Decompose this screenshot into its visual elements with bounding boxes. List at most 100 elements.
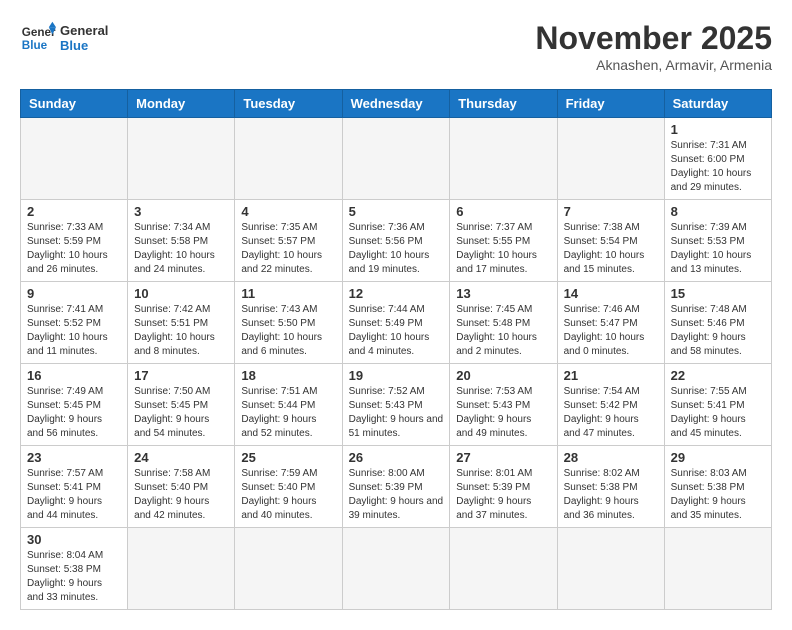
calendar-cell: 10Sunrise: 7:42 AM Sunset: 5:51 PM Dayli… — [128, 282, 235, 364]
day-info: Sunrise: 7:52 AM Sunset: 5:43 PM Dayligh… — [349, 385, 444, 441]
day-number: 18 — [241, 368, 335, 383]
calendar-table: SundayMondayTuesdayWednesdayThursdayFrid… — [20, 89, 772, 610]
day-info: Sunrise: 7:46 AM Sunset: 5:47 PM Dayligh… — [564, 303, 658, 359]
day-number: 3 — [134, 204, 228, 219]
day-number: 4 — [241, 204, 335, 219]
calendar-cell: 14 Sunrise: 7:46 AM Sunset: 5:47 PM Dayli… — [557, 282, 664, 364]
calendar-cell — [557, 118, 664, 200]
weekday-header-sunday: Sunday — [21, 90, 128, 118]
location-title: Aknashen, Armavir, Armenia — [535, 57, 772, 73]
day-number: 22 — [671, 368, 765, 383]
calendar-cell — [664, 528, 771, 610]
day-info: Sunrise: 7:41 AM Sunset: 5:52 PM Dayligh… — [27, 303, 121, 359]
day-number: 24 — [134, 450, 228, 465]
day-number: 10 — [134, 286, 228, 301]
calendar-cell: 26 Sunrise: 8:00 AM Sunset: 5:39 PM Dayli… — [342, 446, 450, 528]
weekday-header-tuesday: Tuesday — [235, 90, 342, 118]
day-info: Sunrise: 7:36 AM Sunset: 5:56 PM Dayligh… — [349, 221, 444, 277]
day-number: 16 — [27, 368, 121, 383]
calendar-cell: 25 Sunrise: 7:59 AM Sunset: 5:40 PM Dayli… — [235, 446, 342, 528]
day-number: 6 — [456, 204, 550, 219]
day-number: 7 — [564, 204, 658, 219]
day-info: Sunrise: 7:59 AM Sunset: 5:40 PM Dayligh… — [241, 467, 335, 523]
day-number: 17 — [134, 368, 228, 383]
weekday-header-friday: Friday — [557, 90, 664, 118]
day-info: Sunrise: 8:01 AM Sunset: 5:39 PM Dayligh… — [456, 467, 550, 523]
day-number: 15 — [671, 286, 765, 301]
calendar-cell — [342, 528, 450, 610]
calendar-cell: 19 Sunrise: 7:52 AM Sunset: 5:43 PM Dayli… — [342, 364, 450, 446]
day-info: Sunrise: 7:58 AM Sunset: 5:40 PM Dayligh… — [134, 467, 228, 523]
day-info: Sunrise: 8:00 AM Sunset: 5:39 PM Dayligh… — [349, 467, 444, 523]
calendar-cell: 15 Sunrise: 7:48 AM Sunset: 5:46 PM Dayli… — [664, 282, 771, 364]
day-info: Sunrise: 8:04 AM Sunset: 5:38 PM Dayligh… — [27, 549, 121, 605]
calendar-cell: 22 Sunrise: 7:55 AM Sunset: 5:41 PM Dayli… — [664, 364, 771, 446]
calendar-cell: 24 Sunrise: 7:58 AM Sunset: 5:40 PM Dayli… — [128, 446, 235, 528]
calendar-cell: 7Sunrise: 7:38 AM Sunset: 5:54 PM Daylig… — [557, 200, 664, 282]
day-info: Sunrise: 7:48 AM Sunset: 5:46 PM Dayligh… — [671, 303, 765, 359]
day-number: 20 — [456, 368, 550, 383]
logo-blue: Blue — [60, 38, 108, 53]
weekday-header-saturday: Saturday — [664, 90, 771, 118]
day-number: 25 — [241, 450, 335, 465]
calendar-cell: 20 Sunrise: 7:53 AM Sunset: 5:43 PM Dayli… — [450, 364, 557, 446]
calendar-cell: 28 Sunrise: 8:02 AM Sunset: 5:38 PM Dayli… — [557, 446, 664, 528]
day-info: Sunrise: 7:55 AM Sunset: 5:41 PM Dayligh… — [671, 385, 765, 441]
day-number: 23 — [27, 450, 121, 465]
day-number: 14 — [564, 286, 658, 301]
calendar-cell: 17 Sunrise: 7:50 AM Sunset: 5:45 PM Dayli… — [128, 364, 235, 446]
logo-icon: General Blue — [20, 20, 56, 56]
calendar-cell — [450, 528, 557, 610]
day-number: 19 — [349, 368, 444, 383]
calendar-header-row: SundayMondayTuesdayWednesdayThursdayFrid… — [21, 90, 772, 118]
calendar-cell: 23 Sunrise: 7:57 AM Sunset: 5:41 PM Dayli… — [21, 446, 128, 528]
title-area: November 2025 Aknashen, Armavir, Armenia — [535, 20, 772, 73]
calendar-cell — [450, 118, 557, 200]
day-info: Sunrise: 7:34 AM Sunset: 5:58 PM Dayligh… — [134, 221, 228, 277]
day-number: 21 — [564, 368, 658, 383]
day-number: 11 — [241, 286, 335, 301]
calendar-cell — [21, 118, 128, 200]
calendar-cell: 1 Sunrise: 7:31 AM Sunset: 6:00 PM Daylig… — [664, 118, 771, 200]
weekday-header-thursday: Thursday — [450, 90, 557, 118]
day-info: Sunrise: 8:02 AM Sunset: 5:38 PM Dayligh… — [564, 467, 658, 523]
calendar-cell: 18 Sunrise: 7:51 AM Sunset: 5:44 PM Dayli… — [235, 364, 342, 446]
day-number: 29 — [671, 450, 765, 465]
day-info: Sunrise: 7:50 AM Sunset: 5:45 PM Dayligh… — [134, 385, 228, 441]
month-title: November 2025 — [535, 20, 772, 57]
logo-general: General — [60, 23, 108, 38]
calendar-cell — [235, 118, 342, 200]
day-number: 12 — [349, 286, 444, 301]
day-info: Sunrise: 7:39 AM Sunset: 5:53 PM Dayligh… — [671, 221, 765, 277]
day-number: 13 — [456, 286, 550, 301]
calendar-cell — [342, 118, 450, 200]
calendar-cell — [557, 528, 664, 610]
calendar-cell: 30 Sunrise: 8:04 AM Sunset: 5:38 PM Dayli… — [21, 528, 128, 610]
day-info: Sunrise: 7:35 AM Sunset: 5:57 PM Dayligh… — [241, 221, 335, 277]
page-header: General Blue General Blue November 2025 … — [20, 20, 772, 73]
day-info: Sunrise: 7:51 AM Sunset: 5:44 PM Dayligh… — [241, 385, 335, 441]
day-info: Sunrise: 7:31 AM Sunset: 6:00 PM Dayligh… — [671, 139, 765, 195]
day-number: 27 — [456, 450, 550, 465]
calendar-cell: 27 Sunrise: 8:01 AM Sunset: 5:39 PM Dayli… — [450, 446, 557, 528]
calendar-cell: 12Sunrise: 7:44 AM Sunset: 5:49 PM Dayli… — [342, 282, 450, 364]
day-number: 30 — [27, 532, 121, 547]
day-info: Sunrise: 7:54 AM Sunset: 5:42 PM Dayligh… — [564, 385, 658, 441]
day-number: 26 — [349, 450, 444, 465]
day-info: Sunrise: 7:45 AM Sunset: 5:48 PM Dayligh… — [456, 303, 550, 359]
calendar-cell: 11Sunrise: 7:43 AM Sunset: 5:50 PM Dayli… — [235, 282, 342, 364]
calendar-cell: 2Sunrise: 7:33 AM Sunset: 5:59 PM Daylig… — [21, 200, 128, 282]
calendar-cell — [128, 118, 235, 200]
day-number: 5 — [349, 204, 444, 219]
calendar-cell: 5 Sunrise: 7:36 AM Sunset: 5:56 PM Daylig… — [342, 200, 450, 282]
day-info: Sunrise: 7:53 AM Sunset: 5:43 PM Dayligh… — [456, 385, 550, 441]
day-number: 28 — [564, 450, 658, 465]
day-info: Sunrise: 7:33 AM Sunset: 5:59 PM Dayligh… — [27, 221, 121, 277]
day-number: 1 — [671, 122, 765, 137]
svg-text:Blue: Blue — [22, 39, 48, 52]
day-info: Sunrise: 7:57 AM Sunset: 5:41 PM Dayligh… — [27, 467, 121, 523]
calendar-cell: 13 Sunrise: 7:45 AM Sunset: 5:48 PM Dayli… — [450, 282, 557, 364]
calendar-cell — [235, 528, 342, 610]
day-number: 9 — [27, 286, 121, 301]
calendar-cell: 21 Sunrise: 7:54 AM Sunset: 5:42 PM Dayli… — [557, 364, 664, 446]
